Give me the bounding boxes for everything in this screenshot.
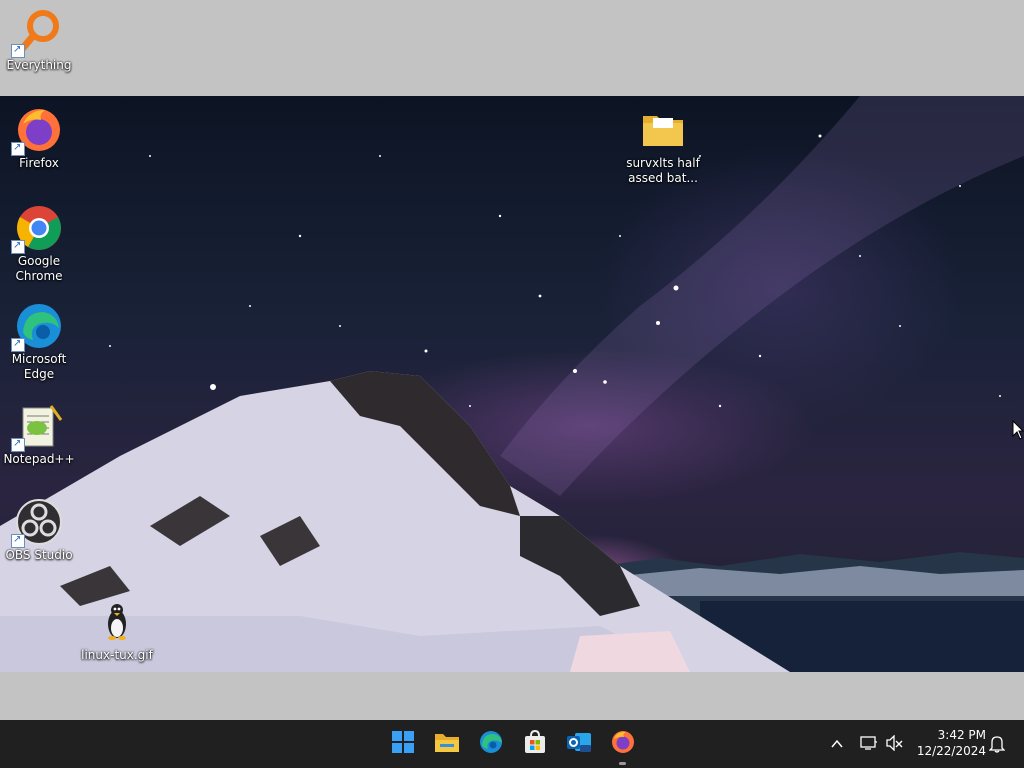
- desktop-icon-label: OBS Studio: [5, 548, 73, 562]
- chrome-icon: [11, 204, 63, 254]
- notification-bell-icon: [988, 736, 1006, 757]
- volume-button[interactable]: [886, 734, 904, 755]
- magnifier-icon: [11, 8, 63, 58]
- desktop-icon-linux-tux-gif[interactable]: linux-tux.gif: [79, 598, 155, 663]
- shortcut-arrow-icon: [11, 532, 25, 548]
- shortcut-arrow-icon: [11, 140, 25, 156]
- desktop-icon-label: Google Chrome: [15, 254, 63, 283]
- file-explorer-icon: [434, 731, 460, 757]
- taskbar-outlook[interactable]: [563, 728, 595, 760]
- obs-studio-icon: [11, 498, 63, 548]
- network-icon: [860, 736, 878, 755]
- shortcut-arrow-icon: [11, 42, 25, 58]
- microsoft-store-icon: [523, 729, 547, 758]
- shortcut-arrow-icon: [11, 238, 25, 254]
- firefox-icon: [611, 730, 635, 758]
- desktop-icon-folder[interactable]: survxlts half assed bat...: [625, 106, 701, 186]
- start-icon: [392, 731, 414, 757]
- desktop: Everything Firefox Google Chrome: [0, 0, 1024, 720]
- desktop-icon-label: linux-tux.gif: [81, 648, 153, 662]
- shortcut-arrow-icon: [11, 436, 25, 452]
- desktop-icon-label: Notepad++: [3, 452, 75, 466]
- folder-icon: [639, 106, 687, 154]
- clock-date: 12/22/2024: [916, 744, 986, 758]
- edge-icon: [11, 302, 63, 352]
- taskbar-file-explorer[interactable]: [431, 728, 463, 760]
- clock-time: 3:42 PM: [937, 728, 986, 742]
- show-hidden-icons-button[interactable]: [830, 736, 844, 755]
- desktop-icon-firefox[interactable]: Firefox: [1, 106, 77, 171]
- desktop-icon-google-chrome[interactable]: Google Chrome: [1, 204, 77, 284]
- taskbar-clock[interactable]: 3:42 PM 12/22/2024: [914, 727, 986, 759]
- wallpaper: [0, 96, 1024, 672]
- running-indicator: [619, 762, 626, 765]
- taskbar-microsoft-store[interactable]: [519, 728, 551, 760]
- tux-penguin-icon: [93, 598, 141, 646]
- desktop-icon-label: Firefox: [19, 156, 59, 170]
- volume-muted-icon: [886, 734, 904, 755]
- desktop-icon-microsoft-edge[interactable]: Microsoft Edge: [1, 302, 77, 382]
- desktop-icon-label: survxlts half assed bat...: [626, 156, 700, 185]
- firefox-icon: [11, 106, 63, 156]
- notification-button[interactable]: [988, 735, 1006, 757]
- chevron-up-icon: [830, 736, 844, 755]
- desktop-icon-everything[interactable]: Everything: [1, 8, 77, 73]
- mouse-cursor-icon: [1012, 419, 1024, 444]
- desktop-icon-notepad-plus-plus[interactable]: Notepad++: [1, 402, 77, 467]
- desktop-icon-label: Everything: [6, 58, 72, 72]
- edge-icon: [479, 730, 503, 758]
- network-button[interactable]: [860, 735, 878, 755]
- start-button[interactable]: [387, 728, 419, 760]
- shortcut-arrow-icon: [11, 336, 25, 352]
- taskbar: 3:42 PM 12/22/2024: [0, 720, 1024, 768]
- notepad-plus-plus-icon: [11, 402, 63, 452]
- desktop-icon-obs-studio[interactable]: OBS Studio: [1, 498, 77, 563]
- taskbar-firefox[interactable]: [607, 728, 639, 760]
- taskbar-edge[interactable]: [475, 728, 507, 760]
- wallpaper-scene: [0, 96, 1024, 672]
- outlook-icon: [566, 730, 592, 758]
- desktop-icon-label: Microsoft Edge: [11, 352, 67, 381]
